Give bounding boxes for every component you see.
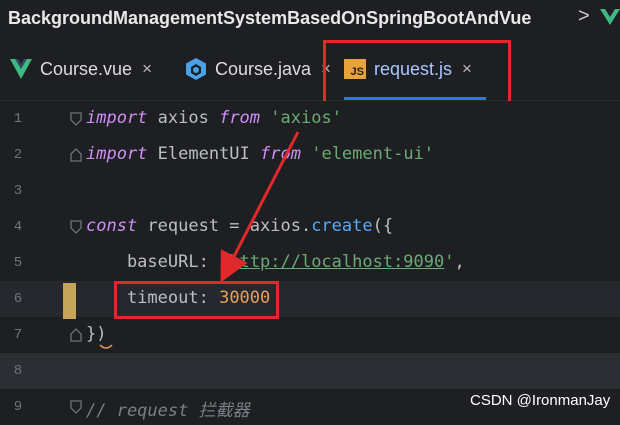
watermark: CSDN @IronmanJay [470,392,611,409]
annotation-arrow [99,131,300,349]
